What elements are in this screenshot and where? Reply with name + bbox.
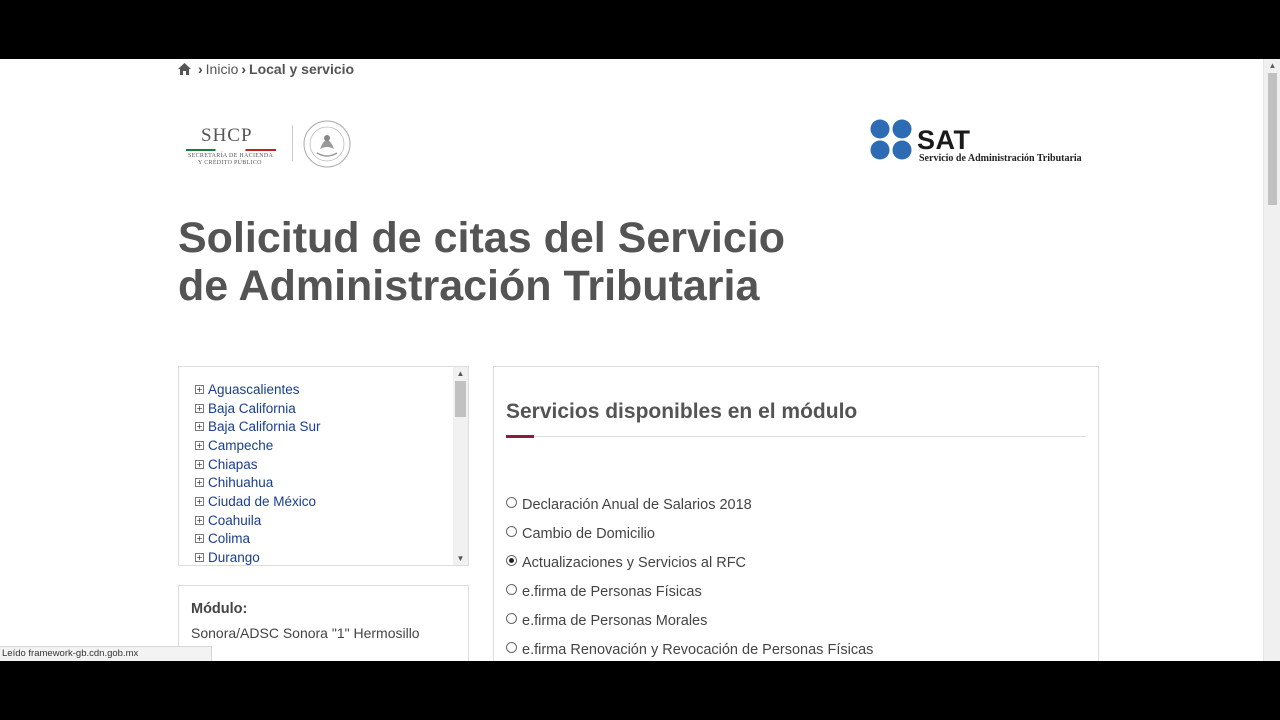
expand-icon[interactable]: + xyxy=(195,496,204,506)
module-label: Módulo: xyxy=(191,601,248,617)
states-tree[interactable]: + Aguascalientes + Baja California + Baja C… xyxy=(178,366,469,566)
scroll-down-arrow-icon[interactable]: ▼ xyxy=(453,552,468,565)
logo-divider xyxy=(292,125,293,161)
sat-logo-title: SAT xyxy=(917,125,971,155)
service-option-label[interactable]: Declaración Anual de Salarios 2018 xyxy=(522,497,752,513)
service-option[interactable]: Actualizaciones y Servicios al RFC xyxy=(506,548,873,577)
expand-icon[interactable]: + xyxy=(195,403,204,413)
service-option-label[interactable]: Cambio de Domicilio xyxy=(522,526,655,542)
state-label[interactable]: Ciudad de México xyxy=(208,494,316,509)
page-scrollbar-thumb[interactable] xyxy=(1268,73,1277,205)
state-item[interactable]: + Ciudad de México xyxy=(195,492,321,511)
sat-dots-icon xyxy=(870,119,912,160)
service-option-label[interactable]: e.firma Renovación y Revocación de Perso… xyxy=(522,642,873,658)
expand-icon[interactable]: + xyxy=(195,459,204,469)
service-option-label[interactable]: e.firma de Personas Físicas xyxy=(522,584,702,600)
service-option[interactable]: e.firma Renovación y Revocación de Perso… xyxy=(506,635,873,661)
service-radio[interactable] xyxy=(506,526,517,537)
state-label[interactable]: Chihuahua xyxy=(208,475,273,490)
state-item[interactable]: + Chiapas xyxy=(195,455,321,474)
expand-icon[interactable]: + xyxy=(195,384,204,394)
service-radio-selected[interactable] xyxy=(506,555,517,566)
page-scrollbar[interactable]: ▲ xyxy=(1263,59,1280,661)
states-list: + Aguascalientes + Baja California + Baja C… xyxy=(195,380,321,567)
service-option[interactable]: Declaración Anual de Salarios 2018 xyxy=(506,490,873,519)
services-title: Servicios disponibles en el módulo xyxy=(506,400,858,423)
breadcrumb-inicio[interactable]: Inicio xyxy=(206,61,239,77)
breadcrumb-separator: › xyxy=(198,61,203,77)
services-panel: Servicios disponibles en el módulo Decla… xyxy=(493,366,1099,661)
browser-viewport: › Inicio › Local y servicio SHCP SECRETA… xyxy=(0,59,1280,661)
sat-logo[interactable]: SAT Servicio de Administración Tributari… xyxy=(869,119,1099,169)
breadcrumb-current: Local y servicio xyxy=(249,61,355,77)
state-label[interactable]: Baja California xyxy=(208,401,296,416)
expand-icon[interactable]: + xyxy=(195,515,204,525)
state-item[interactable]: + Durango xyxy=(195,548,321,567)
state-item[interactable]: + Baja California xyxy=(195,399,321,418)
state-label[interactable]: Colima xyxy=(208,531,250,546)
state-item[interactable]: + Aguascalientes xyxy=(195,380,321,399)
service-option[interactable]: Cambio de Domicilio xyxy=(506,519,873,548)
state-label[interactable]: Durango xyxy=(208,550,260,565)
service-radio[interactable] xyxy=(506,497,517,508)
scroll-up-arrow-icon[interactable]: ▲ xyxy=(453,367,468,380)
state-label[interactable]: Baja California Sur xyxy=(208,419,321,434)
page-scroll-up-icon[interactable]: ▲ xyxy=(1264,59,1280,73)
expand-icon[interactable]: + xyxy=(195,440,204,450)
service-radio[interactable] xyxy=(506,613,517,624)
state-label[interactable]: Coahuila xyxy=(208,513,261,528)
expand-icon[interactable]: + xyxy=(195,553,204,563)
state-item[interactable]: + Chihuahua xyxy=(195,473,321,492)
state-label[interactable]: Campeche xyxy=(208,438,273,453)
breadcrumb-separator: › xyxy=(241,61,247,77)
browser-status-bar: Leído framework-gb.cdn.gob.mx xyxy=(0,646,212,661)
services-divider xyxy=(506,436,1086,437)
shcp-logo-subtitle-2: Y CRÉDITO PÚBLICO xyxy=(198,160,262,166)
service-option-label[interactable]: e.firma de Personas Morales xyxy=(522,613,707,629)
service-radio[interactable] xyxy=(506,642,517,653)
expand-icon[interactable]: + xyxy=(195,478,204,488)
sat-logo-subtitle: Servicio de Administración Tributaria xyxy=(919,153,1082,164)
expand-icon[interactable]: + xyxy=(195,422,204,432)
state-label[interactable]: Chiapas xyxy=(208,457,258,472)
national-seal-icon xyxy=(303,120,351,168)
service-option[interactable]: e.firma de Personas Físicas xyxy=(506,577,873,606)
state-item[interactable]: + Colima xyxy=(195,530,321,549)
states-scrollbar[interactable]: ▲ ▼ xyxy=(453,367,468,565)
services-accent-bar xyxy=(506,435,534,438)
expand-icon[interactable]: + xyxy=(195,534,204,544)
state-item[interactable]: + Campeche xyxy=(195,436,321,455)
service-option[interactable]: e.firma de Personas Morales xyxy=(506,606,873,635)
shcp-logo[interactable]: SHCP SECRETARÍA DE HACIENDA Y CRÉDITO PÚ… xyxy=(184,119,359,169)
module-value: Sonora/ADSC Sonora "1" Hermosillo xyxy=(191,625,420,641)
service-option-label[interactable]: Actualizaciones y Servicios al RFC xyxy=(522,555,746,571)
shcp-flag-stripe xyxy=(186,149,276,151)
breadcrumb: › Inicio › Local y servicio xyxy=(178,59,354,79)
services-options: Declaración Anual de Salarios 2018 Cambi… xyxy=(506,490,873,661)
service-radio[interactable] xyxy=(506,584,517,595)
module-panel: Módulo: Sonora/ADSC Sonora "1" Hermosill… xyxy=(178,585,469,661)
shcp-logo-title: SHCP xyxy=(201,125,253,146)
page-title: Solicitud de citas del Servicio de Admin… xyxy=(178,214,785,310)
state-item[interactable]: + Baja California Sur xyxy=(195,417,321,436)
states-scrollbar-thumb[interactable] xyxy=(455,381,466,417)
shcp-logo-subtitle: SECRETARÍA DE HACIENDA xyxy=(188,153,274,159)
home-icon[interactable] xyxy=(178,63,191,75)
state-label[interactable]: Aguascalientes xyxy=(208,382,300,397)
state-item[interactable]: + Coahuila xyxy=(195,511,321,530)
